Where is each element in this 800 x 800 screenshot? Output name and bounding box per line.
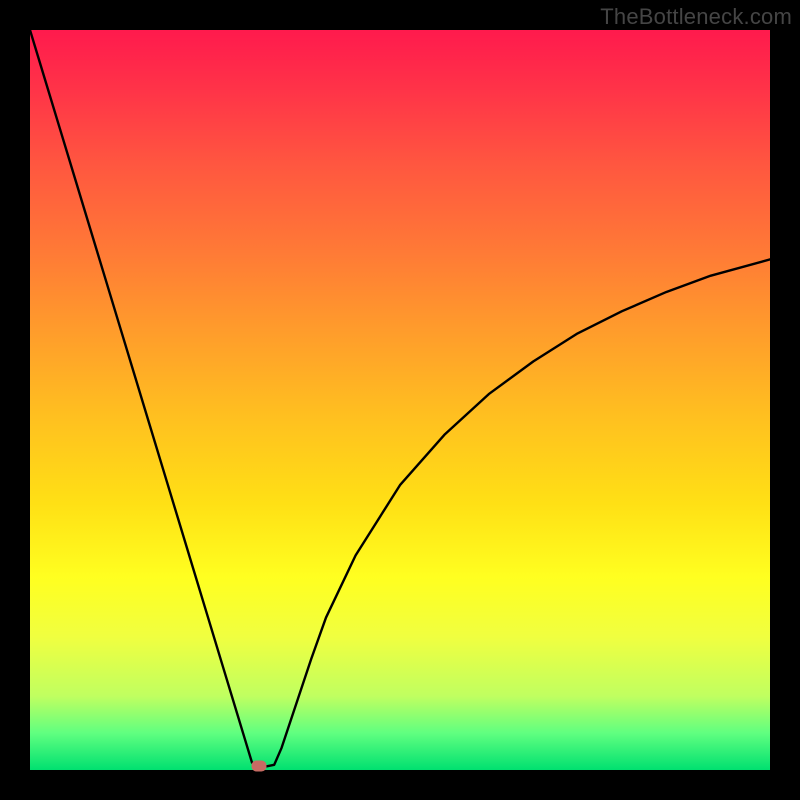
optimal-point-marker — [252, 761, 267, 772]
plot-area — [30, 30, 770, 770]
watermark-text: TheBottleneck.com — [600, 4, 792, 30]
chart-frame: TheBottleneck.com — [0, 0, 800, 800]
curve-svg — [30, 30, 770, 770]
bottleneck-curve — [30, 30, 770, 766]
